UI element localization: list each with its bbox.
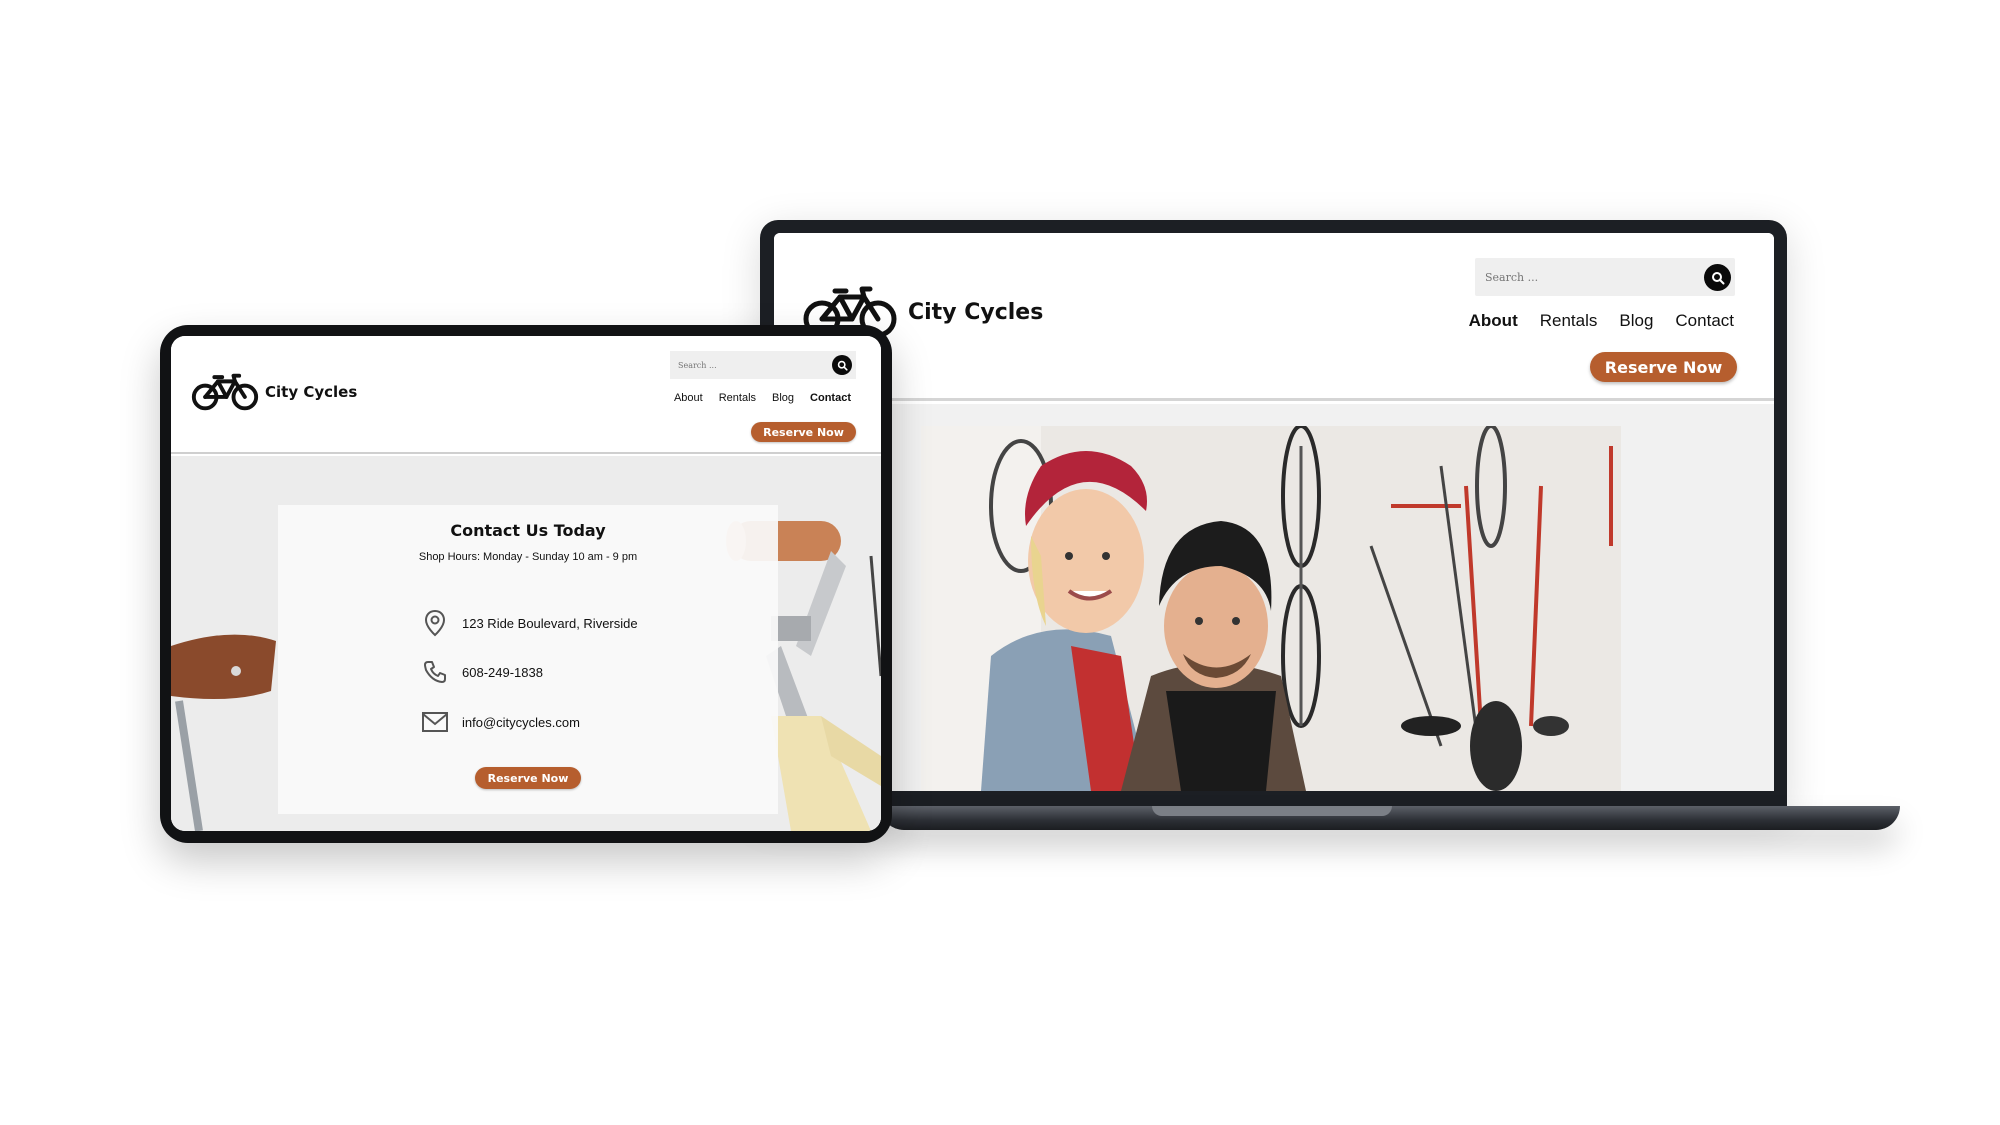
contact-address: 123 Ride Boulevard, Riverside [462, 615, 638, 631]
tablet-search-box [670, 351, 856, 379]
search-icon [1711, 271, 1724, 284]
location-pin-icon [420, 608, 450, 638]
contact-email-row: info@citycycles.com [420, 707, 580, 737]
laptop-nav-about[interactable]: About [1469, 311, 1518, 331]
hero-photo-illustration [921, 426, 1621, 791]
laptop-brand-name: City Cycles [908, 299, 1044, 325]
search-icon [837, 360, 848, 371]
contact-title: Contact Us Today [450, 521, 606, 540]
envelope-icon [420, 707, 450, 737]
laptop-search-input[interactable] [1485, 266, 1685, 288]
tablet-screen: City Cycles About Rentals Blog Contact R… [171, 336, 881, 831]
tablet-nav-rentals[interactable]: Rentals [719, 392, 756, 404]
laptop-reserve-button[interactable]: Reserve Now [1590, 352, 1737, 382]
tablet-main-nav: About Rentals Blog Contact [674, 392, 851, 404]
laptop-hero-photo [921, 426, 1621, 791]
contact-phone[interactable]: 608-249-1838 [462, 665, 543, 680]
laptop-main-nav: About Rentals Blog Contact [1469, 311, 1734, 331]
tablet-nav-blog[interactable]: Blog [772, 392, 794, 404]
contact-address-row: 123 Ride Boulevard, Riverside [420, 608, 638, 638]
tablet-site-header: City Cycles About Rentals Blog Contact R… [171, 336, 881, 454]
laptop-nav-rentals[interactable]: Rentals [1540, 311, 1598, 331]
tablet-logo[interactable]: City Cycles [191, 372, 357, 412]
tablet-search-input[interactable] [678, 357, 818, 373]
phone-icon [420, 657, 450, 687]
laptop-nav-contact[interactable]: Contact [1675, 311, 1734, 331]
tablet-search-button[interactable] [832, 355, 852, 375]
bicycle-logo-icon [191, 373, 259, 411]
contact-card: Contact Us Today Shop Hours: Monday - Su… [278, 505, 778, 814]
tablet-reserve-button[interactable]: Reserve Now [751, 422, 856, 442]
shop-hours: Shop Hours: Monday - Sunday 10 am - 9 pm [418, 551, 638, 563]
tablet-brand-name: City Cycles [265, 383, 358, 401]
laptop-search-box [1475, 258, 1735, 296]
tablet-nav-contact[interactable]: Contact [810, 392, 851, 404]
laptop-search-button[interactable] [1704, 264, 1731, 291]
contact-phone-row: 608-249-1838 [420, 657, 543, 687]
contact-reserve-button[interactable]: Reserve Now [475, 767, 581, 789]
laptop-nav-blog[interactable]: Blog [1619, 311, 1653, 331]
laptop-hinge-notch [1152, 806, 1392, 816]
contact-email[interactable]: info@citycycles.com [462, 715, 580, 730]
tablet-nav-about[interactable]: About [674, 392, 703, 404]
laptop-site-header: City Cycles About Rentals Blog Contact R… [774, 233, 1774, 401]
laptop-screen: City Cycles About Rentals Blog Contact R… [774, 233, 1774, 791]
